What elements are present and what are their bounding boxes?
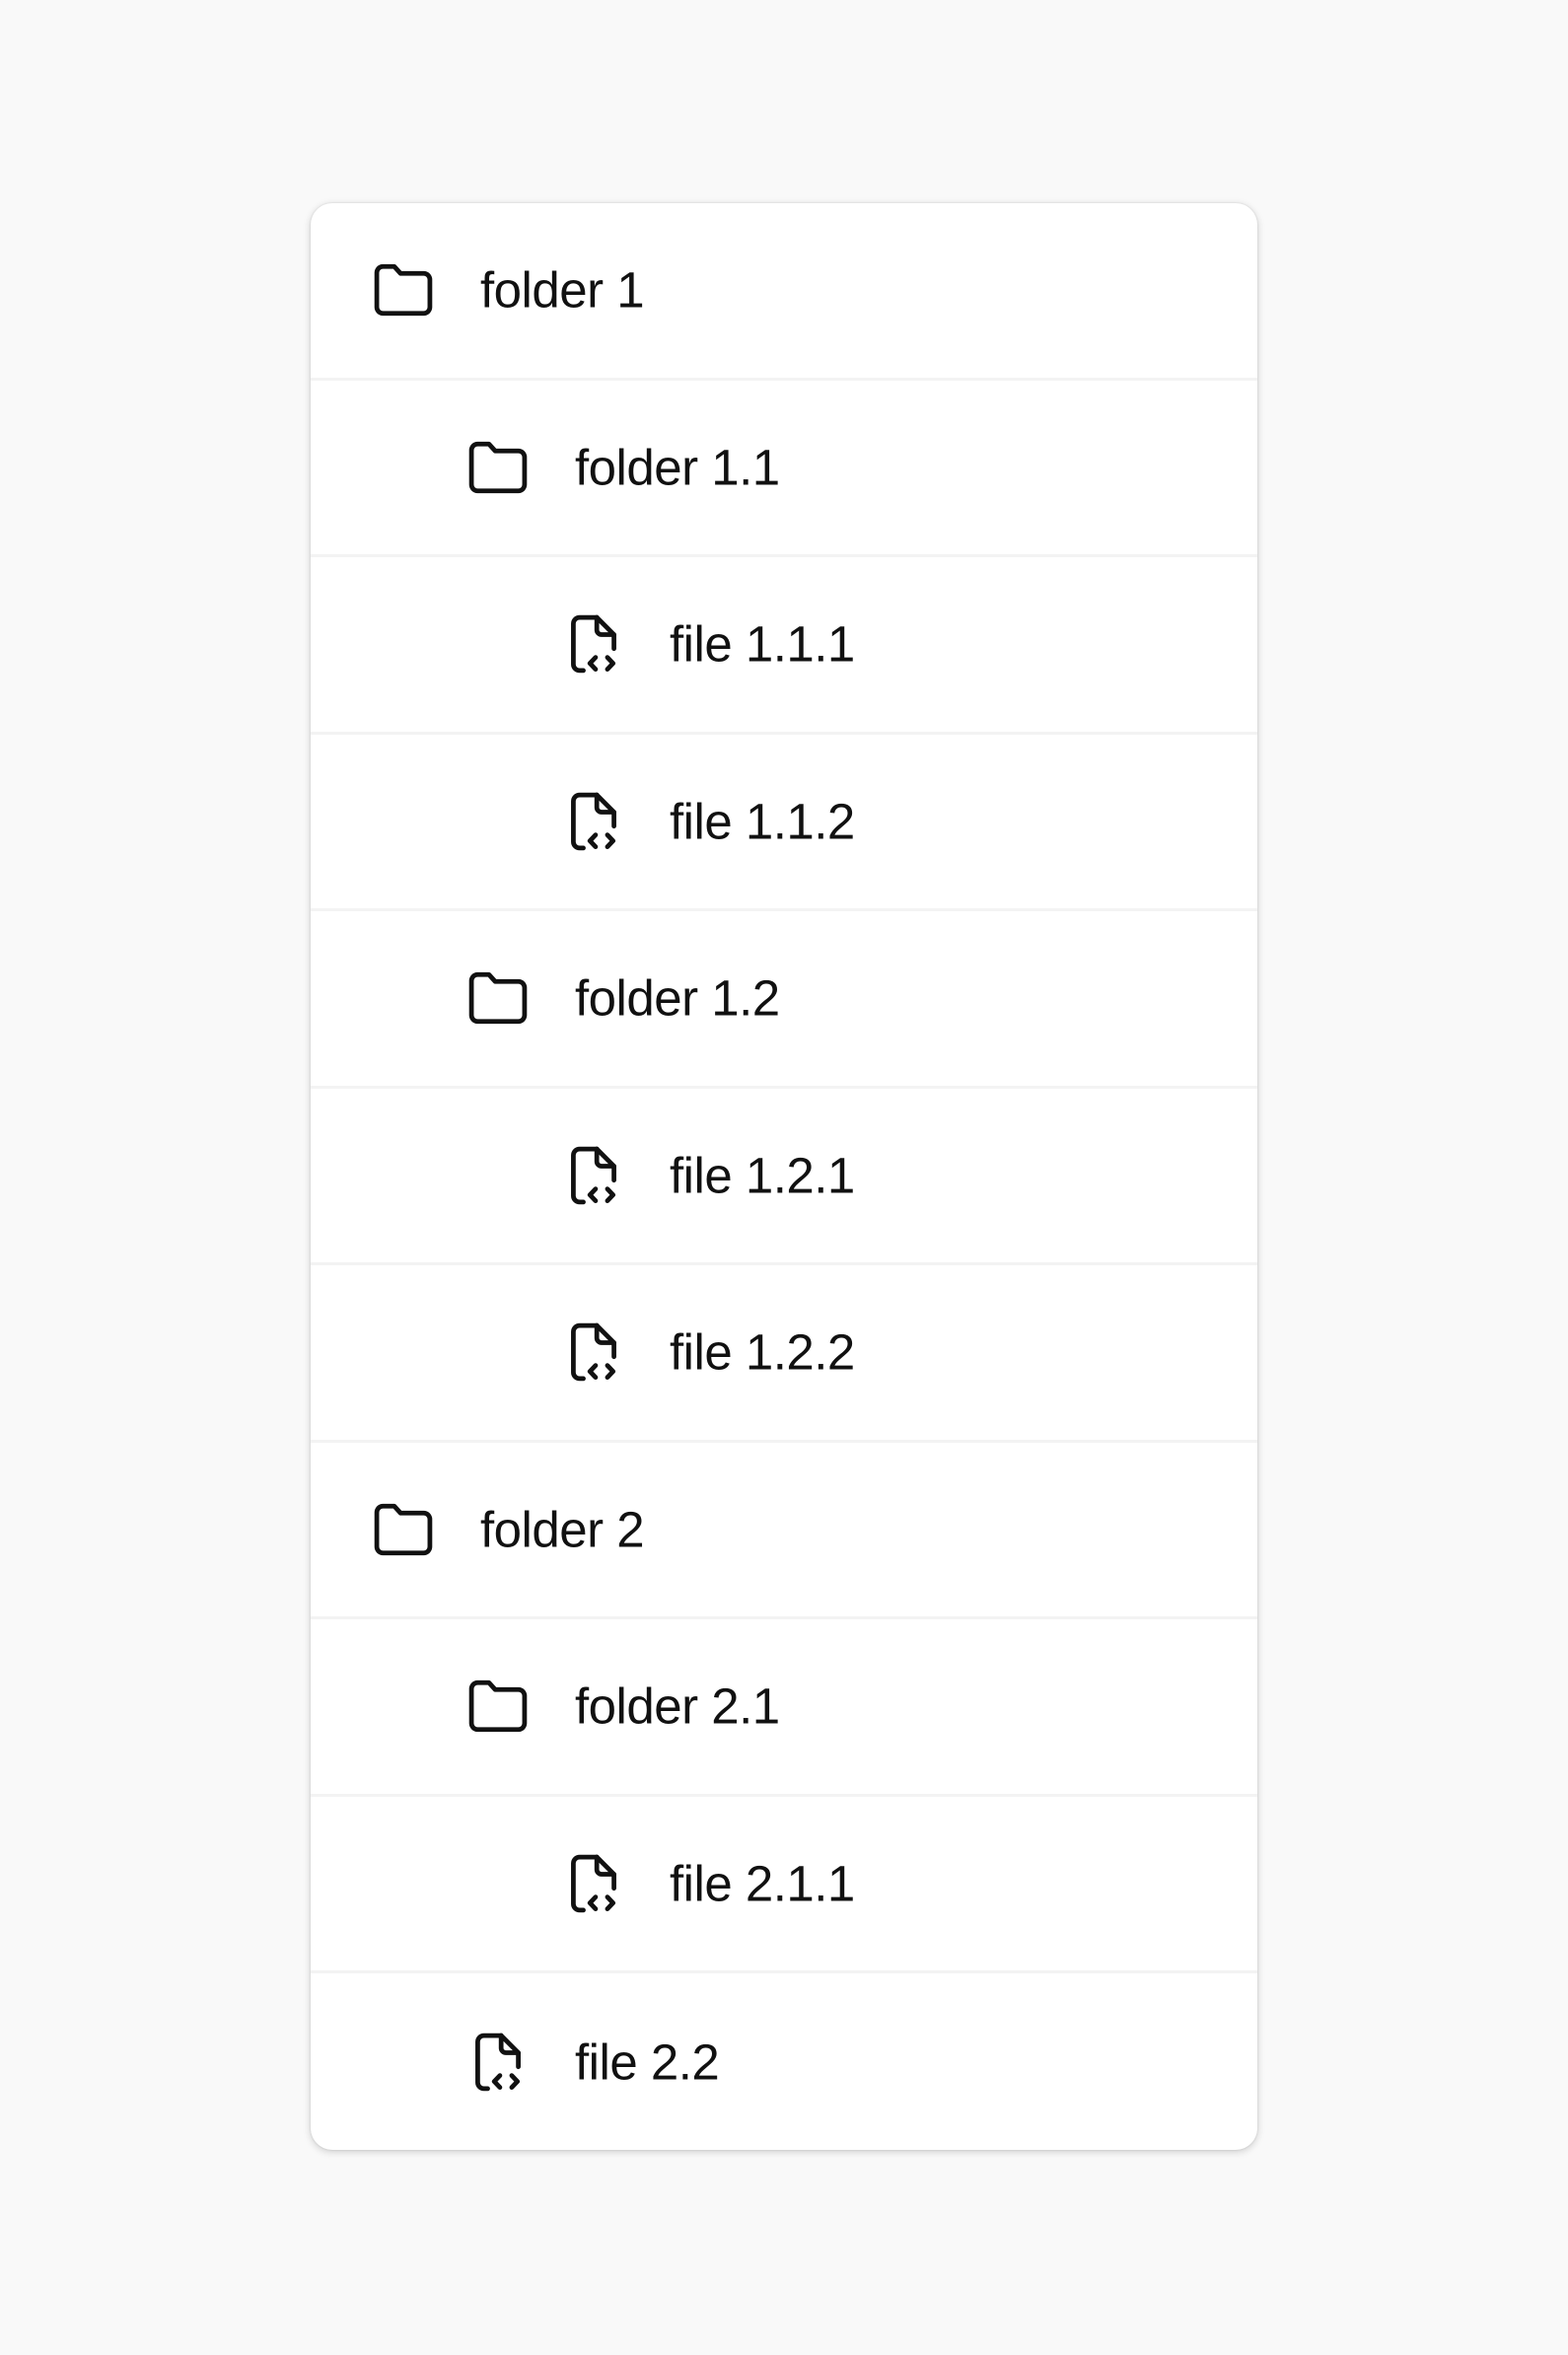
tree-item-folder-2[interactable]: folder 2	[311, 1443, 1257, 1619]
folder-icon	[461, 961, 535, 1035]
file-code-icon	[461, 2025, 535, 2100]
tree-item-file-2-2[interactable]: file 2.2	[311, 1973, 1257, 2150]
tree-item-label: file 2.1.1	[670, 1855, 855, 1912]
file-code-icon	[556, 784, 631, 859]
file-code-icon	[556, 1846, 631, 1921]
folder-icon	[461, 1669, 535, 1744]
file-code-icon	[556, 1138, 631, 1213]
folder-icon	[461, 430, 535, 505]
tree-item-label: file 1.1.2	[670, 793, 855, 850]
tree-item-label: file 2.2	[575, 2034, 720, 2091]
tree-item-file-2-1-1[interactable]: file 2.1.1	[311, 1797, 1257, 1973]
tree-item-label: folder 2.1	[575, 1677, 780, 1735]
tree-item-label: folder 1	[480, 261, 645, 319]
tree-item-label: folder 2	[480, 1501, 645, 1558]
file-code-icon	[556, 607, 631, 681]
tree-item-folder-1-2[interactable]: folder 1.2	[311, 911, 1257, 1089]
tree-item-folder-2-1[interactable]: folder 2.1	[311, 1619, 1257, 1797]
folder-icon	[366, 1492, 441, 1567]
tree-item-file-1-2-2[interactable]: file 1.2.2	[311, 1265, 1257, 1443]
tree-item-label: folder 1.1	[575, 439, 780, 496]
tree-item-file-1-2-1[interactable]: file 1.2.1	[311, 1089, 1257, 1265]
tree-item-file-1-1-1[interactable]: file 1.1.1	[311, 557, 1257, 735]
tree-item-folder-1-1[interactable]: folder 1.1	[311, 381, 1257, 557]
folder-icon	[366, 252, 441, 327]
tree-item-file-1-1-2[interactable]: file 1.1.2	[311, 735, 1257, 911]
tree-item-label: file 1.2.2	[670, 1323, 855, 1381]
tree-item-label: file 1.2.1	[670, 1147, 855, 1204]
tree-item-label: folder 1.2	[575, 969, 780, 1027]
file-code-icon	[556, 1315, 631, 1390]
file-tree-panel: folder 1 folder 1.1 file 1.1.1 file 1.1.…	[311, 203, 1257, 2150]
tree-item-label: file 1.1.1	[670, 615, 855, 673]
tree-item-folder-1[interactable]: folder 1	[311, 203, 1257, 381]
